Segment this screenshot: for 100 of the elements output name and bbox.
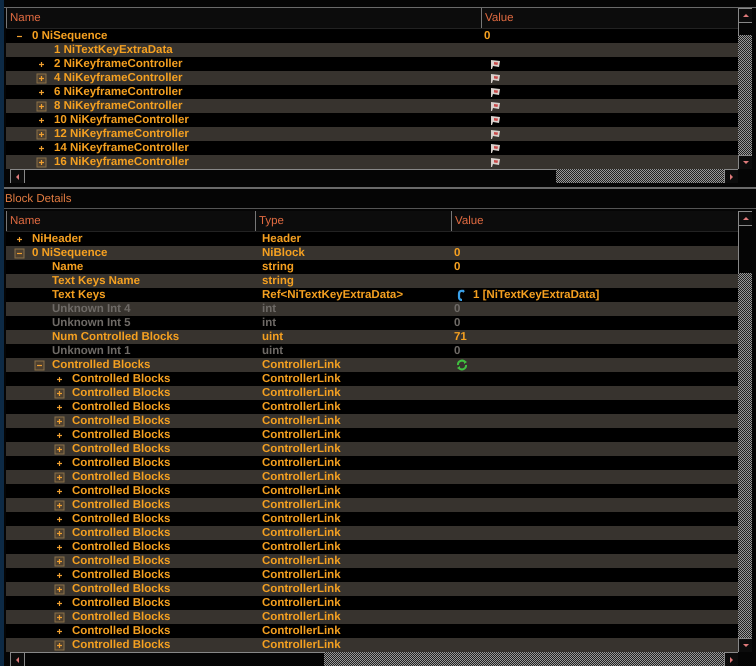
tree-row[interactable]: 6 NiKeyframeController (6, 85, 738, 99)
value-text: 71 (454, 330, 467, 344)
tree-row[interactable]: 10 NiKeyframeController (6, 113, 738, 127)
scrollbar-thumb[interactable] (738, 225, 752, 273)
scroll-left-button[interactable] (10, 169, 24, 183)
field-type: ControllerLink (262, 372, 341, 386)
scroll-left-button[interactable] (10, 652, 24, 666)
field-name: Controlled Blocks (72, 568, 170, 582)
scroll-right-button[interactable] (724, 169, 738, 183)
field-type: Header (262, 232, 301, 246)
field-name: Controlled Blocks (72, 484, 170, 498)
expand-icon[interactable] (36, 100, 47, 112)
scrollbar-thumb[interactable] (738, 22, 752, 35)
tree-row[interactable]: 2 NiKeyframeController (6, 57, 738, 71)
tree-row[interactable]: 14 NiKeyframeController (6, 141, 738, 155)
tree-row[interactable]: Controlled Blocks ControllerLink (6, 372, 738, 386)
tree-row[interactable]: Controlled Blocks ControllerLink (6, 456, 738, 470)
tree-row[interactable]: Controlled Blocks ControllerLink (6, 568, 738, 582)
column-header[interactable]: Type (255, 211, 451, 231)
vertical-scrollbar[interactable] (738, 8, 752, 169)
field-type: ControllerLink (262, 400, 341, 414)
expand-icon[interactable] (54, 416, 65, 426)
tree-row[interactable]: Controlled Blocks ControllerLink (6, 386, 738, 400)
tree-row[interactable]: Text Keys Ref<NiTextKeyExtraData> 1 [NiTextKeyExtraData] (6, 288, 738, 302)
tree-row[interactable]: 12 NiKeyframeController (6, 127, 738, 141)
collapse-icon[interactable] (14, 248, 25, 258)
tree-row[interactable]: Controlled Blocks ControllerLink (6, 470, 738, 484)
expand-icon[interactable] (54, 388, 65, 398)
field-type: int (262, 302, 276, 316)
block-name: 2 NiKeyframeController (54, 57, 182, 71)
tree-row[interactable]: NiHeader Header (6, 232, 738, 246)
field-name: Controlled Blocks (72, 470, 170, 484)
tree-row[interactable]: 1 NiTextKeyExtraData (6, 43, 738, 57)
field-name: Controlled Blocks (72, 372, 170, 386)
block-name: 0 NiSequence (32, 29, 108, 43)
tree-row[interactable]: 8 NiKeyframeController (6, 99, 738, 113)
tree-row[interactable]: 16 NiKeyframeController (6, 155, 738, 169)
expand-icon[interactable] (54, 444, 65, 454)
value-text: 0 (484, 29, 490, 43)
tree-row[interactable]: Controlled Blocks ControllerLink (6, 414, 738, 428)
expand-icon[interactable] (54, 584, 65, 594)
tree-row[interactable]: 0 NiSequence NiBlock 0 (6, 246, 738, 260)
expand-icon[interactable] (36, 72, 47, 84)
tree-row[interactable]: 4 NiKeyframeController (6, 71, 738, 85)
expand-icon[interactable] (54, 500, 65, 510)
field-type: ControllerLink (262, 428, 341, 442)
tree-row[interactable]: Controlled Blocks ControllerLink (6, 540, 738, 554)
field-name: Unknown Int 1 (52, 344, 131, 358)
value-text: 0 (454, 344, 460, 358)
expand-icon[interactable] (54, 528, 65, 538)
field-name: Controlled Blocks (72, 638, 170, 652)
horizontal-scrollbar[interactable] (10, 652, 738, 666)
scroll-up-button[interactable] (738, 8, 752, 22)
field-type: ControllerLink (262, 638, 341, 652)
field-type: ControllerLink (262, 554, 341, 568)
horizontal-scrollbar[interactable] (10, 169, 738, 183)
tree-row[interactable]: Controlled Blocks ControllerLink (6, 400, 738, 414)
field-name: Controlled Blocks (72, 498, 170, 512)
column-header[interactable]: Name (6, 8, 481, 28)
tree-row[interactable]: Name string 0 (6, 260, 738, 274)
tree-row[interactable]: 0 NiSequence 0 (6, 29, 738, 43)
tree-row[interactable]: Controlled Blocks ControllerLink (6, 624, 738, 638)
scrollbar-thumb[interactable] (24, 169, 556, 183)
tree-row[interactable]: Controlled Blocks ControllerLink (6, 484, 738, 498)
field-type: ControllerLink (262, 582, 341, 596)
scrollbar-thumb[interactable] (24, 652, 324, 666)
expand-icon[interactable] (54, 556, 65, 566)
block-name: 10 NiKeyframeController (54, 113, 189, 127)
tree-row[interactable]: Controlled Blocks ControllerLink (6, 512, 738, 526)
scroll-down-button[interactable] (738, 155, 752, 169)
tree-row[interactable]: Controlled Blocks ControllerLink (6, 442, 738, 456)
expand-icon[interactable] (54, 472, 65, 482)
tree-row[interactable]: Controlled Blocks ControllerLink (6, 526, 738, 540)
tree-row[interactable]: Controlled Blocks ControllerLink (6, 428, 738, 442)
tree-row[interactable]: Num Controlled Blocks uint 71 (6, 330, 738, 344)
expand-icon[interactable] (36, 128, 47, 140)
scroll-up-button[interactable] (738, 211, 752, 225)
field-name: Controlled Blocks (72, 512, 170, 526)
column-header[interactable]: Name (6, 211, 255, 231)
field-name: Controlled Blocks (72, 610, 170, 624)
scroll-down-button[interactable] (738, 638, 752, 652)
tree-row[interactable]: Controlled Blocks ControllerLink (6, 610, 738, 624)
block-name: 12 NiKeyframeController (54, 127, 189, 141)
tree-row[interactable]: Controlled Blocks ControllerLink (6, 596, 738, 610)
field-type: ControllerLink (262, 456, 341, 470)
block-name: 8 NiKeyframeController (54, 99, 182, 113)
tree-row[interactable]: Controlled Blocks ControllerLink (6, 498, 738, 512)
tree-row[interactable]: Controlled Blocks ControllerLink (6, 554, 738, 568)
collapse-icon[interactable] (34, 360, 45, 370)
expand-icon[interactable] (54, 640, 65, 650)
expand-icon[interactable] (36, 156, 47, 168)
expand-icon[interactable] (54, 612, 65, 622)
tree-row[interactable]: Controlled Blocks ControllerLink (6, 358, 738, 372)
tree-row[interactable]: Controlled Blocks ControllerLink (6, 638, 738, 652)
tree-row[interactable]: Text Keys Name string (6, 274, 738, 288)
field-type: ControllerLink (262, 512, 341, 526)
scroll-right-button[interactable] (724, 652, 738, 666)
field-type: ControllerLink (262, 484, 341, 498)
vertical-scrollbar[interactable] (738, 211, 752, 652)
tree-row[interactable]: Controlled Blocks ControllerLink (6, 582, 738, 596)
